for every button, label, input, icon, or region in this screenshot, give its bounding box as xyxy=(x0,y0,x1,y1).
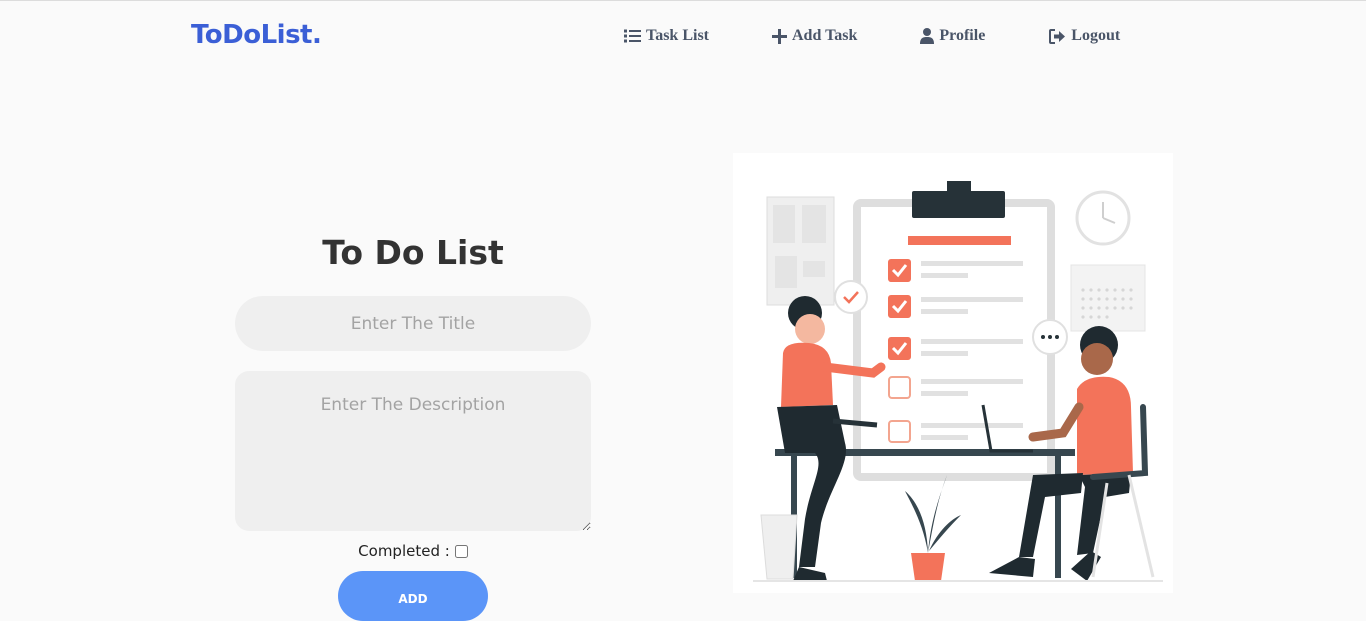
completed-label: Completed : xyxy=(358,542,450,560)
completed-checkbox[interactable] xyxy=(454,544,468,558)
team-checklist-illustration xyxy=(733,153,1173,593)
list-icon xyxy=(624,29,641,43)
nav-item-label: Task List xyxy=(646,27,709,44)
completed-row: Completed : xyxy=(235,542,591,560)
nav-item-label: Profile xyxy=(939,27,986,44)
add-button[interactable]: ADD xyxy=(338,571,488,621)
page-title: To Do List xyxy=(322,233,504,272)
description-input[interactable] xyxy=(235,371,591,531)
nav-item-add-task[interactable]: Add Task xyxy=(772,27,857,45)
top-border xyxy=(0,0,1366,1)
nav-item-profile[interactable]: Profile xyxy=(920,27,985,45)
brand-logo[interactable]: ToDoList. xyxy=(191,20,322,50)
title-input[interactable] xyxy=(235,296,591,351)
nav-item-label: Logout xyxy=(1071,27,1121,44)
nav-item-logout[interactable]: Logout xyxy=(1049,27,1120,45)
user-icon xyxy=(920,28,935,44)
logout-icon xyxy=(1049,28,1066,44)
main-nav: Task List Add Task Profile Logout xyxy=(624,27,1120,45)
nav-item-task-list[interactable]: Task List xyxy=(624,27,709,45)
nav-item-label: Add Task xyxy=(792,27,858,44)
plus-icon xyxy=(772,28,787,44)
